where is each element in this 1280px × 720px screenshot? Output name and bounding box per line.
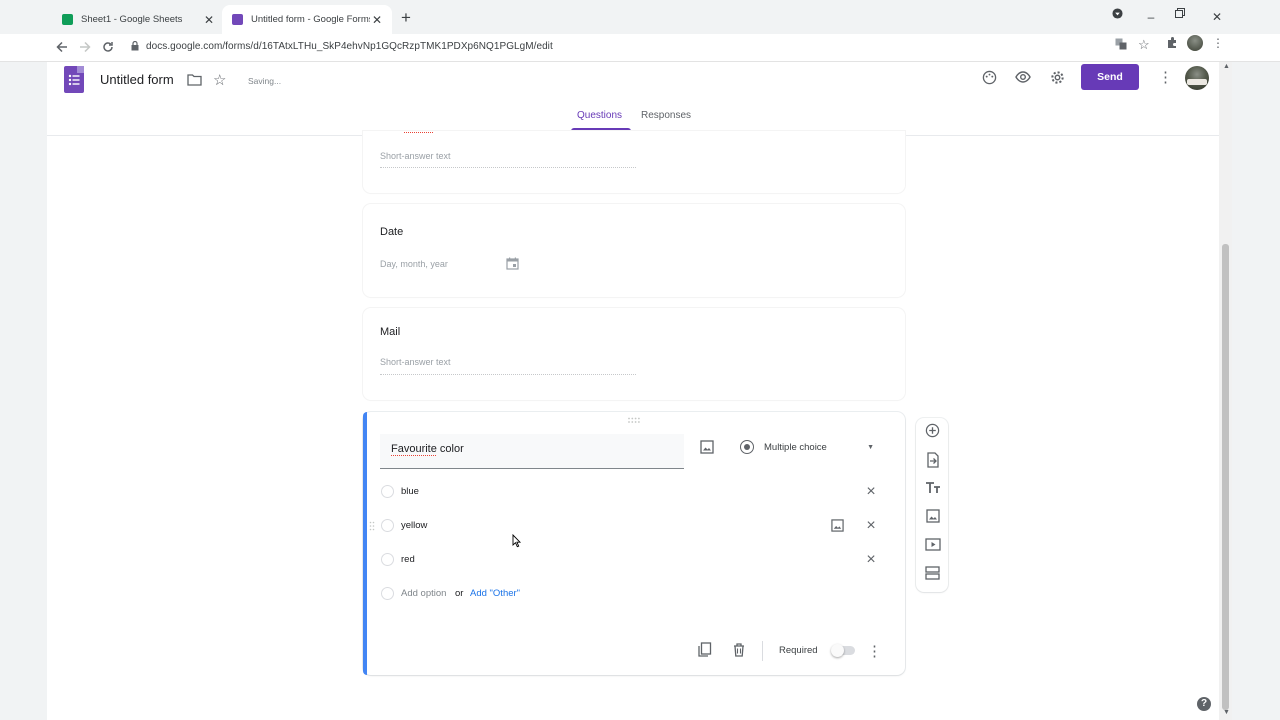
spellcheck-underline: [404, 131, 433, 133]
close-window-icon[interactable]: ✕: [1208, 8, 1226, 26]
question-type-label: Multiple choice: [764, 441, 827, 453]
remove-option-icon[interactable]: ×: [864, 518, 878, 534]
short-answer-hint: Short-answer text: [380, 151, 636, 168]
add-video-icon[interactable]: [924, 536, 941, 553]
or-text: or: [455, 588, 464, 599]
mouse-cursor-icon: [512, 534, 522, 548]
tab-responses[interactable]: Responses: [641, 110, 691, 121]
spellcheck-underline: [391, 454, 436, 456]
preview-eye-icon[interactable]: [1014, 68, 1032, 86]
lock-icon[interactable]: [131, 41, 139, 51]
add-option-link[interactable]: Add option: [401, 588, 446, 599]
forward-icon[interactable]: [74, 36, 96, 58]
required-label: Required: [779, 645, 818, 656]
question-card-date[interactable]: [363, 204, 905, 297]
delete-icon[interactable]: [732, 642, 746, 658]
add-image-icon[interactable]: [700, 440, 714, 454]
remove-option-icon[interactable]: ×: [864, 484, 878, 500]
question-type-dropdown[interactable]: Multiple choice ▼: [737, 436, 882, 458]
help-icon[interactable]: ?: [1197, 697, 1211, 711]
sheets-favicon-icon: [62, 14, 73, 25]
tab-title: Untitled form - Google Forms: [251, 14, 370, 25]
date-hint: Day, month, year: [380, 259, 448, 269]
forms-favicon-icon: [232, 14, 243, 25]
more-options-icon[interactable]: ⋮: [1158, 68, 1173, 86]
close-tab-icon[interactable]: ✕: [370, 13, 384, 27]
option-radio: [381, 519, 394, 532]
tab-title: Sheet1 - Google Sheets: [81, 14, 183, 25]
question-card-mail[interactable]: [363, 308, 905, 400]
account-avatar[interactable]: [1185, 66, 1209, 90]
browser-tab-forms[interactable]: Untitled form - Google Forms ✕: [222, 5, 392, 34]
scrollbar-thumb[interactable]: [1222, 244, 1229, 710]
short-answer-hint: Short-answer text: [380, 357, 636, 375]
option-image-icon[interactable]: [831, 519, 844, 532]
question-title: Mail: [380, 326, 401, 338]
option-radio: [381, 485, 394, 498]
add-section-icon[interactable]: [924, 564, 941, 581]
reload-icon[interactable]: [97, 36, 119, 58]
translate-icon[interactable]: [1115, 38, 1127, 50]
question-more-icon[interactable]: ⋮: [867, 642, 882, 660]
option-radio: [381, 553, 394, 566]
google-forms-logo-icon[interactable]: [64, 66, 84, 93]
settings-gear-icon[interactable]: [1048, 68, 1066, 86]
toggle-knob: [831, 644, 844, 657]
required-toggle[interactable]: [831, 644, 855, 657]
option-text[interactable]: blue: [401, 486, 419, 497]
star-icon[interactable]: ☆: [213, 71, 226, 89]
option-text[interactable]: yellow: [401, 520, 427, 531]
option-radio: [381, 587, 394, 600]
add-other-link[interactable]: Add "Other": [470, 588, 520, 599]
remove-option-icon[interactable]: ×: [864, 552, 878, 568]
form-title[interactable]: Untitled form: [100, 72, 174, 87]
profile-indicator-icon[interactable]: [1112, 8, 1130, 26]
send-button[interactable]: Send: [1081, 64, 1139, 90]
active-card-indicator: [363, 412, 367, 675]
question-title: Date: [380, 226, 404, 238]
tab-questions[interactable]: Questions: [577, 110, 622, 121]
folder-icon[interactable]: [187, 73, 202, 86]
duplicate-icon[interactable]: [697, 642, 712, 658]
drag-handle-icon[interactable]: [627, 417, 641, 424]
browser-profile-avatar[interactable]: [1187, 35, 1203, 51]
footer-divider: [762, 641, 763, 661]
new-tab-icon[interactable]: +: [397, 9, 415, 27]
scroll-up-icon[interactable]: ▲: [1223, 63, 1230, 70]
calendar-icon: [506, 257, 519, 270]
bookmark-star-icon[interactable]: ☆: [1138, 37, 1150, 53]
save-status: Saving...: [248, 76, 282, 86]
close-tab-icon[interactable]: ✕: [202, 13, 216, 27]
dropdown-arrow-icon: ▼: [867, 443, 874, 451]
scroll-down-icon[interactable]: ▼: [1223, 709, 1230, 716]
browser-tab-sheets[interactable]: Sheet1 - Google Sheets ✕: [52, 5, 224, 34]
restore-window-icon[interactable]: [1175, 8, 1193, 26]
address-bar[interactable]: docs.google.com/forms/d/16TAtxLTHu_SkP4e…: [146, 37, 553, 57]
import-questions-icon[interactable]: [924, 451, 941, 468]
back-icon[interactable]: [51, 36, 73, 58]
palette-icon[interactable]: [980, 68, 998, 86]
option-drag-handle-icon[interactable]: [369, 521, 375, 531]
add-question-icon[interactable]: [924, 422, 941, 439]
add-image-icon[interactable]: [924, 507, 941, 524]
extensions-icon[interactable]: [1166, 37, 1178, 49]
option-text[interactable]: red: [401, 554, 415, 565]
minimize-window-icon[interactable]: –: [1142, 8, 1160, 26]
add-title-description-icon[interactable]: [924, 479, 941, 496]
radio-button-icon: [740, 440, 754, 454]
browser-menu-icon[interactable]: ⋮: [1212, 36, 1224, 50]
